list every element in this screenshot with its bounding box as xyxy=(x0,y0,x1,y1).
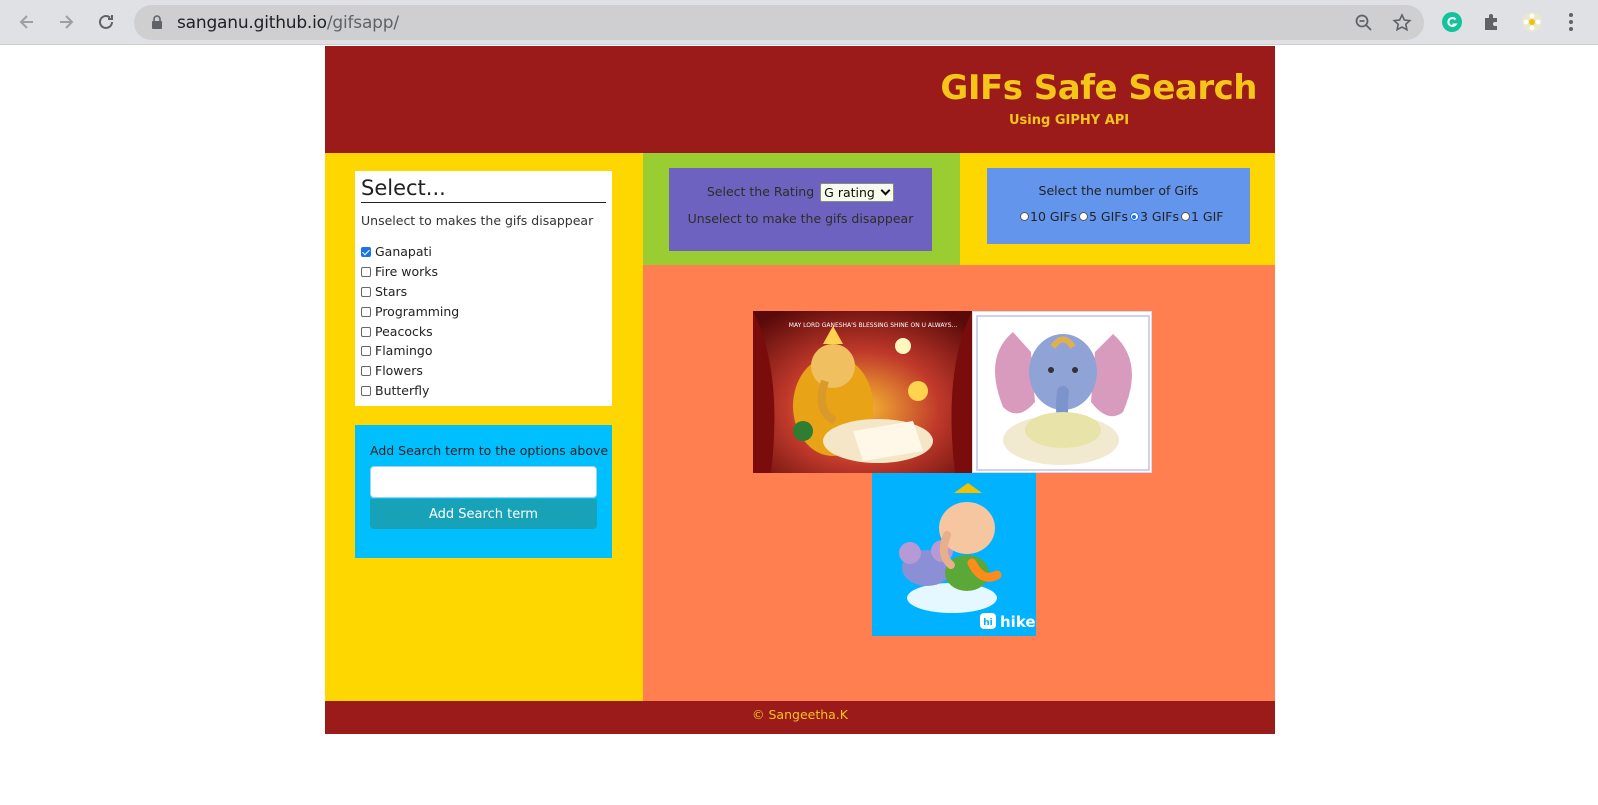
site-subtitle: Using GIPHY API xyxy=(1009,113,1130,128)
add-term-panel: Add Search term to the options above Add… xyxy=(355,425,612,558)
ganesha-blessing-image: MAY LORD GANESHA'S BLESSING SHINE ON U A… xyxy=(753,311,972,473)
radio[interactable] xyxy=(1020,212,1029,221)
blue-ganesha-image xyxy=(976,315,1150,471)
checkbox[interactable] xyxy=(361,385,371,396)
radio[interactable] xyxy=(1078,212,1088,221)
rating-hint: Unselect to make the gifs disappear xyxy=(687,211,914,226)
rating-label: Select the Rating xyxy=(706,184,815,199)
reload-button[interactable] xyxy=(92,8,120,36)
add-search-term-button[interactable]: Add Search term xyxy=(370,499,597,529)
radio[interactable] xyxy=(1181,212,1190,221)
count-section: Select the number of Gifs 10 GIFs 5 GIFs… xyxy=(960,153,1275,265)
site-footer: © Sangeetha.K xyxy=(325,701,1275,734)
address-bar[interactable]: sanganu.github.io/gifsapp/ xyxy=(134,5,1424,40)
extensions-puzzle-icon[interactable] xyxy=(1481,11,1503,33)
gif-result-3[interactable]: hi hike xyxy=(872,473,1036,636)
bookmark-star-icon[interactable] xyxy=(1392,13,1412,33)
forward-button[interactable] xyxy=(52,8,80,36)
zoom-icon[interactable] xyxy=(1354,13,1374,33)
chevron-down-icon xyxy=(880,185,891,196)
gif-result-1[interactable]: MAY LORD GANESHA'S BLESSING SHINE ON U A… xyxy=(753,311,972,473)
back-button[interactable] xyxy=(13,8,41,36)
add-term-label: Add Search term to the options above xyxy=(370,443,609,458)
search-term-input[interactable] xyxy=(370,466,597,498)
count-option-10[interactable]: 10 GIFs xyxy=(1020,209,1077,224)
option-stars[interactable]: Stars xyxy=(361,284,407,299)
gif-caption: MAY LORD GANESHA'S BLESSING SHINE ON U A… xyxy=(789,322,958,329)
select-title: Select... xyxy=(361,176,606,203)
checkbox[interactable] xyxy=(361,345,371,356)
grammarly-icon[interactable] xyxy=(1441,11,1463,33)
app-page: GIFs Safe Search Using GIPHY API Select.… xyxy=(325,46,1275,734)
count-option-1[interactable]: 1 GIF xyxy=(1181,209,1224,224)
option-butterfly[interactable]: Butterfly xyxy=(361,383,429,398)
url-text: sanganu.github.io/gifsapp/ xyxy=(177,13,399,33)
select-panel: Select... Unselect to makes the gifs dis… xyxy=(355,171,612,406)
checkbox[interactable] xyxy=(361,326,371,337)
count-options: 10 GIFs 5 GIFs 3 GIFs 1 GIF xyxy=(1020,209,1226,224)
hike-logo-icon: hi xyxy=(983,618,993,628)
rating-select[interactable]: G rating xyxy=(820,183,895,202)
reload-icon xyxy=(99,14,113,29)
radio[interactable] xyxy=(1129,212,1139,221)
option-ganapati[interactable]: Ganapati xyxy=(361,244,432,259)
rating-section: Select the Rating G rating Unselect to m… xyxy=(643,153,960,265)
gif-result-2[interactable] xyxy=(972,311,1152,473)
back-arrow-icon xyxy=(19,15,33,29)
option-flamingo[interactable]: Flamingo xyxy=(361,343,432,358)
browser-toolbar: sanganu.github.io/gifsapp/ xyxy=(0,0,1598,45)
count-title: Select the number of Gifs xyxy=(1038,183,1199,198)
checkbox[interactable] xyxy=(361,286,371,297)
rating-row: Select the Rating G rating xyxy=(669,183,932,202)
forward-arrow-icon xyxy=(60,15,74,29)
checkbox[interactable] xyxy=(361,246,371,257)
option-flowers[interactable]: Flowers xyxy=(361,363,423,378)
footer-copyright: © Sangeetha.K xyxy=(752,707,848,722)
gif-results-area: MAY LORD GANESHA'S BLESSING SHINE ON U A… xyxy=(643,265,1275,701)
hike-ganesha-image: hi hike xyxy=(872,473,1036,636)
option-fireworks[interactable]: Fire works xyxy=(361,264,438,279)
site-title: GIFs Safe Search xyxy=(940,68,1257,108)
profile-avatar-icon[interactable] xyxy=(1521,11,1543,33)
site-header: GIFs Safe Search Using GIPHY API xyxy=(325,46,1275,153)
rating-panel: Select the Rating G rating Unselect to m… xyxy=(669,168,932,251)
checkbox[interactable] xyxy=(361,306,371,317)
checkbox[interactable] xyxy=(361,266,371,277)
left-column: Select... Unselect to makes the gifs dis… xyxy=(325,153,643,701)
count-option-5[interactable]: 5 GIFs xyxy=(1078,209,1128,224)
hike-brand: hike xyxy=(1000,613,1036,631)
count-option-3[interactable]: 3 GIFs xyxy=(1129,209,1179,224)
browser-menu-icon[interactable] xyxy=(1560,11,1582,33)
option-programming[interactable]: Programming xyxy=(361,304,459,319)
option-peacocks[interactable]: Peacocks xyxy=(361,324,433,339)
lock-icon xyxy=(152,15,162,29)
select-hint: Unselect to makes the gifs disappear xyxy=(361,213,594,228)
count-panel: Select the number of Gifs 10 GIFs 5 GIFs… xyxy=(987,168,1250,244)
checkbox[interactable] xyxy=(361,365,371,376)
